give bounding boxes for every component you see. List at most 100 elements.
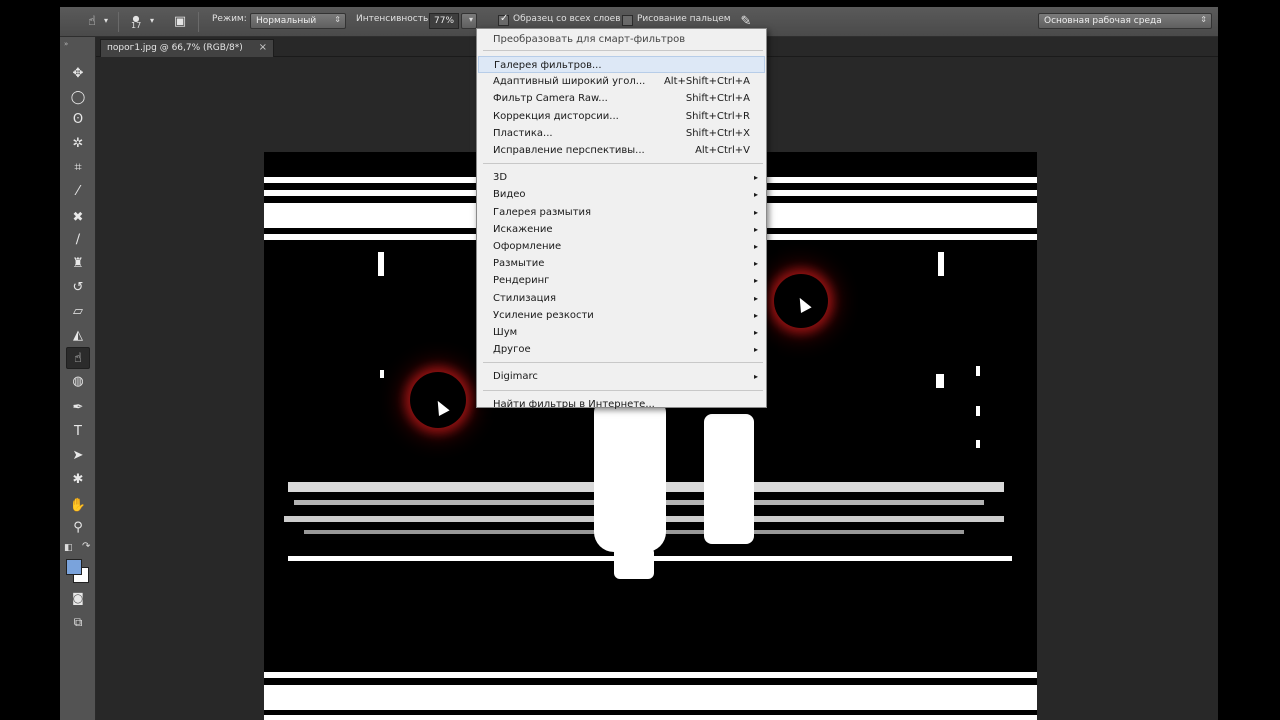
quick-mask-icon[interactable]: ◙: [66, 587, 90, 609]
menu-item-label: Оформление: [493, 241, 562, 252]
menu-item[interactable]: Digimarc ▸: [478, 368, 765, 385]
preset-dropdown-arrow-icon[interactable]: ▾: [104, 16, 108, 25]
menu-separator: [483, 50, 763, 51]
smudge-tool-preset-icon[interactable]: ☝: [82, 13, 102, 31]
menu-item[interactable]: Размытие ▸: [478, 255, 765, 272]
menu-item-label: 3D: [493, 172, 508, 184]
image-speck: [976, 406, 980, 416]
mode-value: Нормальный: [256, 16, 317, 26]
strength-label: Интенсивность:: [356, 14, 432, 24]
submenu-arrow-icon: ▸: [753, 190, 758, 200]
menu-item-shortcut: Shift+Ctrl+R: [685, 110, 750, 122]
menu-item-label: Усиление резкости: [493, 309, 594, 321]
menu-item[interactable]: Оформление ▸: [478, 238, 765, 255]
menu-item[interactable]: Другое ▸: [478, 341, 765, 358]
submenu-arrow-icon: ▸: [753, 173, 758, 183]
brush-panel-icon[interactable]: ▣: [170, 13, 190, 31]
video-frame-left: [0, 0, 60, 720]
menu-item-label: Размытие: [493, 258, 545, 270]
image-speck: [378, 252, 384, 276]
menu-item-convert-smart-filters[interactable]: Преобразовать для смарт-фильтров: [478, 31, 765, 48]
submenu-arrow-icon: ▸: [753, 207, 758, 217]
workspace-select[interactable]: Основная рабочая среда ⇕: [1038, 13, 1212, 29]
image-noise-band: [304, 530, 964, 534]
separator: [198, 12, 199, 32]
image-stripe: [264, 672, 1037, 678]
menu-item[interactable]: Искажение ▸: [478, 221, 765, 238]
menu-item-shortcut: Shift+Ctrl+X: [685, 127, 750, 139]
image-stripe: [264, 715, 1037, 720]
screen-mode-icon[interactable]: ⧉: [66, 611, 90, 633]
crop-tool[interactable]: ⌗: [66, 157, 90, 179]
image-speck: [976, 440, 980, 448]
strength-slider-button[interactable]: ▾: [461, 13, 477, 29]
brush-picker-arrow-icon[interactable]: ▾: [150, 16, 154, 25]
menu-item[interactable]: Фильтр Camera Raw... Shift+Ctrl+A: [478, 90, 765, 107]
menu-item[interactable]: Пластика... Shift+Ctrl+X: [478, 125, 765, 142]
mode-label: Режим:: [212, 14, 247, 24]
menu-item[interactable]: Стилизация ▸: [478, 290, 765, 307]
panel-collapse-icon[interactable]: »: [64, 40, 69, 48]
document-tab[interactable]: порог1.jpg @ 66,7% (RGB/8*) ×: [100, 39, 274, 57]
image-speck: [380, 370, 384, 378]
sample-all-layers-checkbox[interactable]: [498, 13, 509, 26]
pen-tool[interactable]: ✒: [66, 397, 90, 419]
menu-separator: [483, 389, 763, 391]
close-icon[interactable]: ×: [259, 42, 267, 53]
magic-wand-tool[interactable]: ✲: [66, 133, 90, 155]
menu-item-label: Фильтр Camera Raw...: [493, 93, 608, 105]
menu-item[interactable]: Адаптивный широкий угол... Alt+Shift+Ctrl…: [478, 73, 765, 90]
menu-item[interactable]: Галерея размытия ▸: [478, 204, 765, 221]
menu-item-label: Пластика...: [493, 127, 553, 139]
menu-item-shortcut: Alt+Ctrl+V: [695, 145, 750, 156]
menu-item[interactable]: Шум ▸: [478, 324, 765, 341]
menu-item[interactable]: Найти фильтры в Интернете...: [478, 396, 765, 413]
strength-input[interactable]: 77%: [429, 13, 459, 29]
select-arrows-icon: ⇕: [1200, 15, 1207, 24]
menu-item[interactable]: Коррекция дисторсии... Shift+Ctrl+R: [478, 108, 765, 125]
lasso-tool[interactable]: ʘ: [66, 109, 90, 131]
image-noise-band: [294, 500, 984, 505]
eyedropper-tool[interactable]: ⁄: [66, 181, 90, 203]
menu-item-label: Коррекция дисторсии...: [493, 110, 619, 122]
image-noise-band: [284, 516, 1004, 522]
eraser-tool[interactable]: ▱: [66, 301, 90, 323]
menu-separator: [483, 163, 763, 165]
menu-item[interactable]: Галерея фильтров...: [478, 56, 765, 73]
default-colors-icon[interactable]: ◧: [64, 543, 73, 553]
custom-shape-tool[interactable]: ✱: [66, 469, 90, 491]
foreground-color-swatch[interactable]: [66, 559, 82, 575]
finger-painting-label: Рисование пальцем: [637, 14, 731, 24]
brush-tool[interactable]: ∕: [66, 229, 90, 251]
zoom-tool[interactable]: ⚲: [66, 517, 90, 539]
image-speck: [976, 366, 980, 376]
submenu-arrow-icon: ▸: [753, 242, 758, 251]
submenu-arrow-icon: ▸: [753, 372, 758, 382]
history-brush-tool[interactable]: ↺: [66, 277, 90, 299]
clone-stamp-tool[interactable]: ♜: [66, 253, 90, 275]
menu-item[interactable]: 3D ▸: [478, 169, 765, 186]
path-selection-tool[interactable]: ➤: [66, 445, 90, 467]
image-noise-band: [288, 482, 1004, 492]
menu-item[interactable]: Усиление резкости ▸: [478, 307, 765, 324]
smudge-tool[interactable]: ☝: [66, 347, 90, 369]
swap-colors-icon[interactable]: ↷: [82, 541, 90, 552]
submenu-arrow-icon: ▸: [753, 259, 758, 269]
mode-select[interactable]: Нормальный ⇕: [250, 13, 346, 29]
menu-item-shortcut: Alt+Shift+Ctrl+A: [663, 76, 750, 88]
healing-brush-tool[interactable]: ✖: [66, 207, 90, 229]
menu-item[interactable]: Исправление перспективы... Alt+Ctrl+V: [478, 142, 765, 159]
paint-bucket-tool[interactable]: ◭: [66, 325, 90, 347]
brush-size-value: 17: [131, 21, 142, 30]
menu-item[interactable]: Видео ▸: [478, 186, 765, 203]
menu-item-label: Digimarc: [493, 371, 538, 383]
elliptical-marquee-tool[interactable]: ◯: [66, 87, 90, 109]
finger-painting-checkbox[interactable]: [622, 15, 633, 26]
menu-item[interactable]: Рендеринг ▸: [478, 272, 765, 289]
hand-tool[interactable]: ✋: [66, 495, 90, 517]
type-tool[interactable]: T: [66, 421, 90, 443]
move-tool[interactable]: ✥: [66, 63, 90, 85]
submenu-arrow-icon: ▸: [753, 276, 758, 286]
image-stripe: [264, 685, 1037, 710]
sponge-tool[interactable]: ◍: [66, 371, 90, 393]
